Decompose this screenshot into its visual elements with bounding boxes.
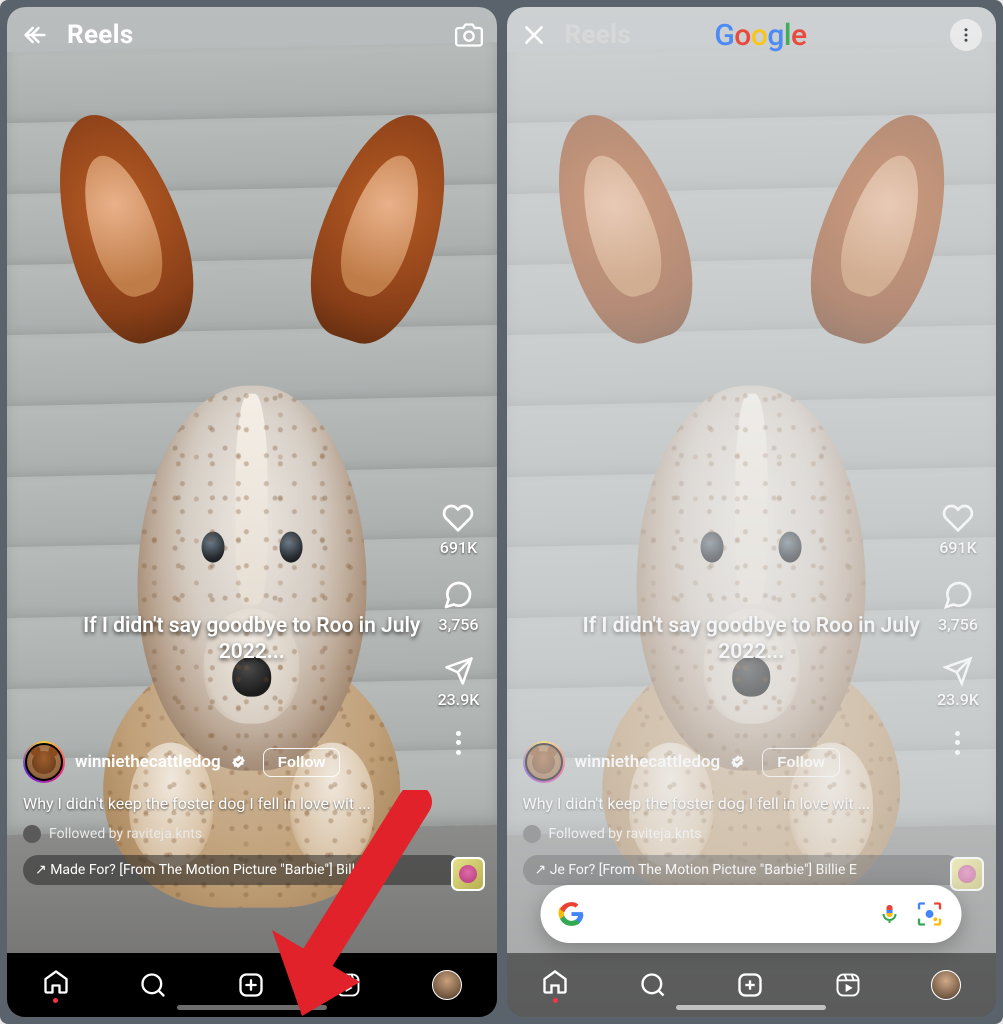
audio-thumbnail <box>950 857 984 891</box>
google-g-icon <box>559 901 585 927</box>
share-plane-icon <box>943 656 973 686</box>
comparison-container: Reels If I didn't say goodbye to Roo in … <box>0 0 1003 1024</box>
followed-by-row[interactable]: Followed by raviteja.knts <box>23 825 413 843</box>
close-icon[interactable] <box>521 22 547 48</box>
follower-avatar-icon <box>523 825 541 843</box>
assistant-more-icon[interactable] <box>950 19 982 51</box>
audio-pill[interactable]: ↗ Made For? [From The Motion Picture "Ba… <box>23 855 463 885</box>
comment-count: 3,756 <box>938 615 978 634</box>
followed-by-text: Followed by raviteja.knts <box>49 826 202 842</box>
back-arrow-icon[interactable] <box>21 21 49 49</box>
more-options-icon[interactable] <box>456 731 462 755</box>
share-plane-icon[interactable] <box>444 656 474 686</box>
nav-search-icon[interactable] <box>139 971 167 999</box>
phone-right-google-overlay: If I didn't say goodbye to Roo in July 2… <box>507 7 997 1017</box>
engagement-rail: 691K 3,756 23.9K <box>928 502 988 755</box>
notification-dot-icon <box>553 998 558 1003</box>
reel-footer: winniethecattledog Follow Why I didn't k… <box>7 741 429 885</box>
more-options-icon <box>955 731 961 755</box>
author-avatar[interactable] <box>23 741 65 783</box>
reel-footer: winniethecattledog Follow Why I didn't k… <box>507 741 929 885</box>
follower-avatar-icon <box>23 825 41 843</box>
phone-left-reels: Reels If I didn't say goodbye to Roo in … <box>7 7 497 1017</box>
microphone-icon[interactable] <box>878 902 902 926</box>
audio-track-text: ↗ Made For? [From The Motion Picture "Ba… <box>35 862 358 878</box>
google-logo: Google <box>714 18 806 53</box>
engagement-rail: 691K 3,756 23.9K <box>429 502 489 755</box>
audio-pill: ↗ Je For? [From The Motion Picture "Barb… <box>523 855 963 885</box>
comment-count: 3,756 <box>439 615 479 634</box>
nav-search-icon <box>639 971 667 999</box>
like-count: 691K <box>939 538 976 557</box>
google-search-bar[interactable] <box>541 885 962 943</box>
google-lens-icon[interactable] <box>916 900 944 928</box>
nav-profile-avatar <box>931 970 961 1000</box>
share-count: 23.9K <box>438 690 480 709</box>
audio-thumbnail[interactable] <box>451 857 485 891</box>
nav-profile-avatar[interactable] <box>432 970 462 1000</box>
author-username: winniethecattledog <box>575 752 721 772</box>
notification-dot-icon <box>53 998 58 1003</box>
author-username[interactable]: winniethecattledog <box>75 752 221 772</box>
video-caption: If I didn't say goodbye to Roo in July 2… <box>555 613 947 666</box>
author-avatar <box>523 741 565 783</box>
verified-badge-icon <box>231 754 247 770</box>
comment-icon <box>942 579 974 611</box>
comment-icon[interactable] <box>442 579 474 611</box>
audio-track-text: ↗ Je For? [From The Motion Picture "Barb… <box>535 862 857 878</box>
nav-home-icon <box>541 968 569 1003</box>
reels-header: Reels <box>7 7 497 63</box>
nav-reels-icon <box>834 971 862 999</box>
followed-by-text: Followed by raviteja.knts <box>549 826 702 842</box>
like-count: 691K <box>440 538 477 557</box>
nav-create-icon[interactable] <box>237 971 265 999</box>
verified-badge-icon <box>730 754 746 770</box>
reels-title: Reels <box>67 20 133 50</box>
like-heart-icon <box>942 502 974 534</box>
like-heart-icon[interactable] <box>442 502 474 534</box>
follow-button: Follow <box>762 748 840 777</box>
reel-description[interactable]: Why I didn't keep the foster dog I fell … <box>23 793 413 815</box>
assistant-header: Reels Google <box>507 7 997 63</box>
share-count: 23.9K <box>937 690 979 709</box>
camera-icon[interactable] <box>455 21 483 49</box>
nav-reels-icon[interactable] <box>334 971 362 999</box>
follow-button[interactable]: Follow <box>263 748 341 777</box>
gesture-handle[interactable] <box>676 1005 826 1010</box>
gesture-handle[interactable] <box>177 1005 327 1010</box>
video-caption: If I didn't say goodbye to Roo in July 2… <box>56 613 448 666</box>
reel-description: Why I didn't keep the foster dog I fell … <box>523 793 913 815</box>
nav-home-icon[interactable] <box>42 968 70 1003</box>
followed-by-row: Followed by raviteja.knts <box>523 825 913 843</box>
nav-create-icon <box>736 971 764 999</box>
